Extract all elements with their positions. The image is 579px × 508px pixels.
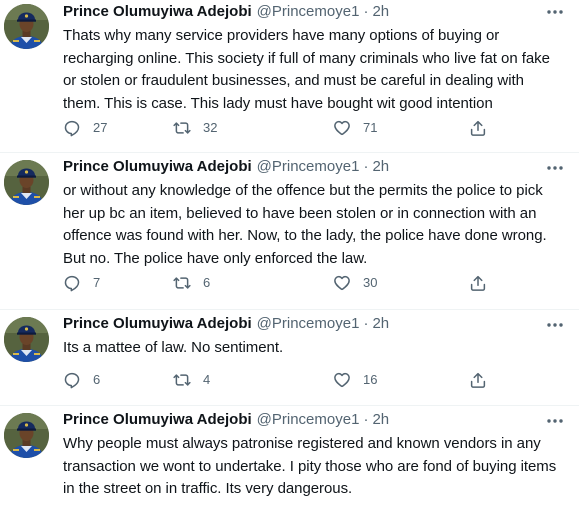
- timestamp[interactable]: 2h: [372, 314, 389, 334]
- more-options-button[interactable]: [545, 413, 565, 429]
- timestamp[interactable]: 2h: [372, 410, 389, 430]
- heart-icon: [333, 371, 351, 389]
- avatar[interactable]: [4, 317, 49, 362]
- reply-icon: [63, 274, 81, 292]
- more-options-button[interactable]: [545, 160, 565, 176]
- share-icon: [469, 119, 487, 137]
- reply-icon: [63, 119, 81, 137]
- retweet-count: 6: [203, 275, 211, 290]
- heart-icon: [333, 119, 351, 137]
- action-bar: 7 6 30: [63, 273, 563, 293]
- author-name[interactable]: Prince Olumuyiwa Adejobi: [63, 157, 252, 177]
- tweet-thread: Prince Olumuyiwa Adejobi @Princemoye1 · …: [0, 0, 579, 508]
- tweet-text: or without any knowledge of the offence …: [63, 182, 547, 267]
- reply-icon: [63, 371, 81, 389]
- more-horizontal-icon: [545, 317, 565, 333]
- tweet-header: Prince Olumuyiwa Adejobi @Princemoye1 · …: [63, 0, 563, 22]
- retweet-icon: [173, 119, 191, 137]
- more-options-button[interactable]: [545, 317, 565, 333]
- author-handle[interactable]: @Princemoye1: [257, 314, 360, 334]
- reply-button[interactable]: 6: [63, 370, 100, 390]
- reply-count: 7: [93, 275, 101, 290]
- separator-dot: ·: [363, 315, 369, 332]
- avatar-image: [4, 160, 49, 205]
- tweet-header: Prince Olumuyiwa Adejobi @Princemoye1 · …: [63, 153, 563, 177]
- separator-dot: ·: [363, 158, 369, 175]
- tweet-text: Its a mattee of law. No sentiment.: [63, 339, 284, 356]
- tweet-text: Thats why many service providers have ma…: [63, 27, 550, 112]
- like-button[interactable]: 16: [333, 370, 377, 390]
- retweet-button[interactable]: 6: [173, 273, 210, 293]
- avatar[interactable]: [4, 413, 49, 458]
- reply-button[interactable]: 27: [63, 118, 107, 138]
- more-horizontal-icon: [545, 4, 565, 20]
- author-handle[interactable]: @Princemoye1: [257, 410, 360, 430]
- tweet-text: Why people must always patronise registe…: [63, 435, 557, 497]
- avatar[interactable]: [4, 4, 49, 49]
- separator-dot: ·: [363, 3, 369, 20]
- tweet[interactable]: Prince Olumuyiwa Adejobi @Princemoye1 · …: [0, 0, 579, 153]
- timestamp[interactable]: 2h: [372, 157, 389, 177]
- heart-icon: [333, 274, 351, 292]
- like-button[interactable]: 30: [333, 273, 377, 293]
- more-options-button[interactable]: [545, 4, 565, 20]
- avatar-image: [4, 4, 49, 49]
- reply-count: 27: [93, 120, 108, 135]
- action-bar: 6 4 16: [63, 370, 563, 390]
- share-button[interactable]: [469, 273, 487, 293]
- like-count: 30: [363, 275, 378, 290]
- retweet-count: 32: [203, 120, 218, 135]
- tweet[interactable]: Prince Olumuyiwa Adejobi @Princemoye1 · …: [0, 310, 579, 406]
- share-button[interactable]: [469, 118, 487, 138]
- retweet-button[interactable]: 4: [173, 370, 210, 390]
- like-button[interactable]: 71: [333, 118, 377, 138]
- tweet-header: Prince Olumuyiwa Adejobi @Princemoye1 · …: [63, 406, 563, 430]
- reply-button[interactable]: 7: [63, 273, 100, 293]
- more-horizontal-icon: [545, 413, 565, 429]
- share-icon: [469, 274, 487, 292]
- tweet[interactable]: Prince Olumuyiwa Adejobi @Princemoye1 · …: [0, 406, 579, 508]
- retweet-count: 4: [203, 372, 211, 387]
- author-name[interactable]: Prince Olumuyiwa Adejobi: [63, 410, 252, 430]
- tweet[interactable]: Prince Olumuyiwa Adejobi @Princemoye1 · …: [0, 153, 579, 310]
- avatar-image: [4, 413, 49, 458]
- tweet-header: Prince Olumuyiwa Adejobi @Princemoye1 · …: [63, 310, 563, 334]
- author-handle[interactable]: @Princemoye1: [257, 157, 360, 177]
- share-button[interactable]: [469, 370, 487, 390]
- like-count: 71: [363, 120, 378, 135]
- avatar-image: [4, 317, 49, 362]
- timestamp[interactable]: 2h: [372, 2, 389, 22]
- reply-count: 6: [93, 372, 101, 387]
- retweet-icon: [173, 274, 191, 292]
- author-name[interactable]: Prince Olumuyiwa Adejobi: [63, 2, 252, 22]
- author-handle[interactable]: @Princemoye1: [257, 2, 360, 22]
- more-horizontal-icon: [545, 160, 565, 176]
- avatar[interactable]: [4, 160, 49, 205]
- action-bar: 27 32 71: [63, 118, 563, 138]
- retweet-icon: [173, 371, 191, 389]
- separator-dot: ·: [363, 411, 369, 428]
- author-name[interactable]: Prince Olumuyiwa Adejobi: [63, 314, 252, 334]
- retweet-button[interactable]: 32: [173, 118, 217, 138]
- share-icon: [469, 371, 487, 389]
- like-count: 16: [363, 372, 378, 387]
